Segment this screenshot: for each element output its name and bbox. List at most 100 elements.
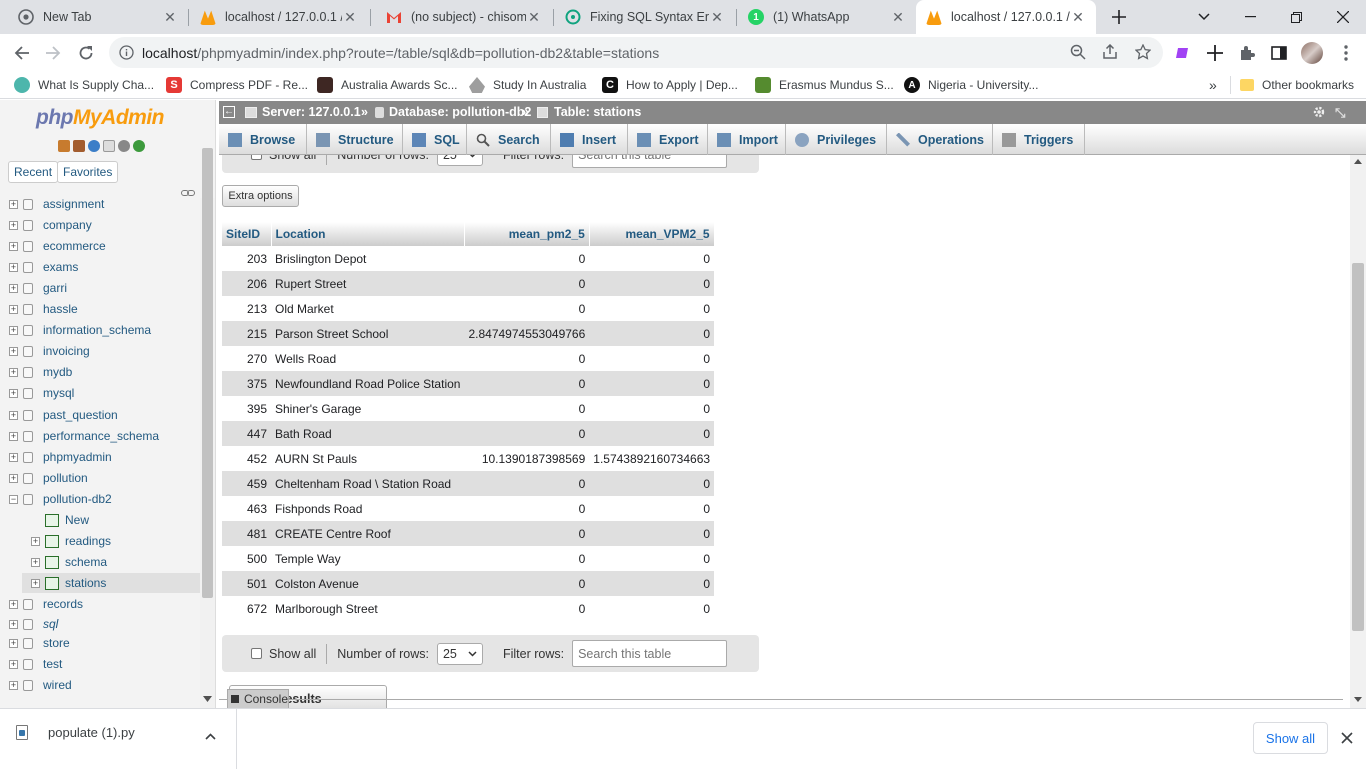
tree-item-22[interactable]: + test bbox=[0, 654, 200, 674]
expand-icon[interactable]: + bbox=[31, 557, 40, 567]
bookmark-item[interactable]: Erasmus Mundus S... bbox=[755, 76, 894, 94]
chevron-up-icon[interactable] bbox=[205, 733, 216, 740]
tree-item-16[interactable]: + readings bbox=[22, 531, 200, 551]
tree-item-12[interactable]: + phpmyadmin bbox=[0, 447, 200, 467]
side-panel-icon[interactable] bbox=[1264, 38, 1294, 68]
rows-select[interactable]: 25 bbox=[436, 155, 483, 166]
expand-icon[interactable]: + bbox=[9, 599, 18, 609]
expand-icon[interactable]: + bbox=[9, 283, 18, 293]
home-icon[interactable] bbox=[58, 140, 70, 152]
bookmark-item[interactable]: Australia Awards Sc... bbox=[317, 76, 458, 94]
tree-item-17[interactable]: + schema bbox=[22, 552, 200, 572]
close-window-button[interactable] bbox=[1320, 0, 1366, 34]
tab-triggers[interactable]: Triggers bbox=[993, 124, 1085, 155]
back-button[interactable] bbox=[7, 38, 37, 68]
expand-icon[interactable]: + bbox=[9, 388, 18, 398]
tree-item-1[interactable]: + company bbox=[0, 215, 200, 235]
forward-button[interactable] bbox=[38, 38, 68, 68]
docs-icon[interactable] bbox=[103, 140, 115, 152]
table-row[interactable]: 500 Temple Way 0 0 bbox=[222, 546, 715, 571]
table-row[interactable]: 447 Bath Road 0 0 bbox=[222, 421, 715, 446]
tab-structure[interactable]: Structure bbox=[307, 124, 403, 155]
table-row[interactable]: 463 Fishponds Road 0 0 bbox=[222, 496, 715, 521]
tree-item-18[interactable]: + stations bbox=[22, 573, 200, 593]
nav-scrollbar-thumb[interactable] bbox=[202, 148, 213, 598]
tree-item-8[interactable]: + mydb bbox=[0, 362, 200, 382]
expand-icon[interactable]: + bbox=[9, 262, 18, 272]
expand-icon[interactable]: + bbox=[9, 680, 18, 690]
breadcrumb-table[interactable]: Table: stations bbox=[537, 105, 641, 119]
tree-item-7[interactable]: + invoicing bbox=[0, 341, 200, 361]
chrome-menu-icon[interactable] bbox=[1331, 38, 1361, 68]
tree-item-0[interactable]: + assignment bbox=[0, 198, 200, 214]
settings-icon[interactable] bbox=[118, 140, 130, 152]
bookmark-item[interactable]: Study In Australia bbox=[469, 76, 586, 94]
table-row[interactable]: 206 Rupert Street 0 0 bbox=[222, 271, 715, 296]
tab-insert[interactable]: Insert bbox=[551, 124, 628, 155]
close-icon[interactable]: ✕ bbox=[890, 9, 906, 25]
expand-icon[interactable]: + bbox=[9, 659, 18, 669]
browser-tab-active[interactable]: localhost / 127.0.0.1 / ✕ bbox=[916, 0, 1096, 34]
tab-browse[interactable]: Browse bbox=[219, 124, 307, 155]
browser-tab[interactable]: New Tab ✕ bbox=[8, 0, 188, 34]
table-row[interactable]: 501 Colston Avenue 0 0 bbox=[222, 571, 715, 596]
minimize-button[interactable] bbox=[1227, 0, 1273, 34]
tab-sql[interactable]: SQL bbox=[403, 124, 467, 155]
close-icon[interactable]: ✕ bbox=[709, 9, 725, 25]
column-header-siteid[interactable]: SiteID bbox=[222, 222, 272, 246]
table-row[interactable]: 270 Wells Road 0 0 bbox=[222, 346, 715, 371]
breadcrumb-server[interactable]: Server: 127.0.0.1 bbox=[245, 105, 361, 119]
tree-item-6[interactable]: + information_schema bbox=[0, 320, 200, 340]
link-icon[interactable] bbox=[181, 189, 195, 197]
expand-icon[interactable]: + bbox=[9, 638, 18, 648]
column-header-mean-vpm2-5[interactable]: mean_VPM2_5 bbox=[589, 222, 715, 246]
address-bar[interactable]: localhost/phpmyadmin/index.php?route=/ta… bbox=[109, 37, 1163, 68]
expand-icon[interactable]: + bbox=[9, 241, 18, 251]
show-all-downloads-button[interactable]: Show all bbox=[1253, 722, 1328, 754]
table-row[interactable]: 672 Marlborough Street 0 0 bbox=[222, 596, 715, 621]
expand-icon[interactable]: + bbox=[9, 325, 18, 335]
console-toggle[interactable]: Console bbox=[227, 689, 289, 709]
reload-icon[interactable] bbox=[133, 140, 145, 152]
collapse-nav-icon[interactable]: ← bbox=[223, 106, 235, 118]
tree-item-4[interactable]: + garri bbox=[0, 278, 200, 298]
download-item[interactable]: populate (1).py bbox=[16, 725, 135, 740]
tree-item-10[interactable]: + past_question bbox=[0, 405, 200, 425]
bookmarks-overflow-button[interactable]: » bbox=[1209, 76, 1217, 94]
tree-item-19[interactable]: + records bbox=[0, 594, 200, 614]
show-all-checkbox[interactable] bbox=[251, 648, 262, 659]
restore-button[interactable] bbox=[1273, 0, 1319, 34]
browser-tab[interactable]: localhost / 127.0.0.1 / ✕ bbox=[190, 0, 368, 34]
tab-privileges[interactable]: Privileges bbox=[786, 124, 887, 155]
profile-avatar[interactable] bbox=[1297, 38, 1327, 68]
phpmyadmin-logo[interactable]: phpMyAdmin bbox=[36, 106, 164, 130]
browser-tab[interactable]: (no subject) - chisom. ✕ bbox=[376, 0, 552, 34]
tree-item-20[interactable]: + sql bbox=[0, 614, 200, 634]
logout-icon[interactable] bbox=[73, 140, 85, 152]
table-row[interactable]: 481 CREATE Centre Roof 0 0 bbox=[222, 521, 715, 546]
help-icon[interactable] bbox=[88, 140, 100, 152]
tree-item-3[interactable]: + exams bbox=[0, 257, 200, 277]
column-header-location[interactable]: Location bbox=[271, 222, 465, 246]
table-row[interactable]: 459 Cheltenham Road \ Station Road 0 0 bbox=[222, 471, 715, 496]
expand-icon[interactable]: + bbox=[9, 346, 18, 356]
tree-item-5[interactable]: + hassle bbox=[0, 299, 200, 319]
expand-icon[interactable]: + bbox=[31, 578, 40, 588]
close-icon[interactable] bbox=[1341, 732, 1353, 744]
table-row[interactable]: 213 Old Market 0 0 bbox=[222, 296, 715, 321]
expand-icon[interactable]: + bbox=[9, 199, 18, 209]
minimize-panel-icon[interactable]: ⤡ bbox=[1335, 105, 1345, 121]
expand-icon[interactable]: + bbox=[9, 452, 18, 462]
table-row[interactable]: 395 Shiner's Garage 0 0 bbox=[222, 396, 715, 421]
other-bookmarks[interactable]: Other bookmarks bbox=[1240, 76, 1354, 94]
tree-item-9[interactable]: + mysql bbox=[0, 383, 200, 403]
filter-rows-input[interactable]: Search this table bbox=[572, 640, 728, 667]
info-icon[interactable] bbox=[119, 45, 134, 60]
zoom-icon[interactable] bbox=[1070, 44, 1086, 60]
bookmark-star-icon[interactable] bbox=[1135, 44, 1151, 60]
breadcrumb-database[interactable]: Database: pollution-db2 bbox=[375, 105, 531, 119]
expand-icon[interactable]: + bbox=[9, 367, 18, 377]
settings-gear-icon[interactable] bbox=[1312, 105, 1326, 119]
bookmark-item[interactable]: C How to Apply | Dep... bbox=[602, 76, 738, 94]
extensions-puzzle-icon[interactable] bbox=[1232, 38, 1262, 68]
